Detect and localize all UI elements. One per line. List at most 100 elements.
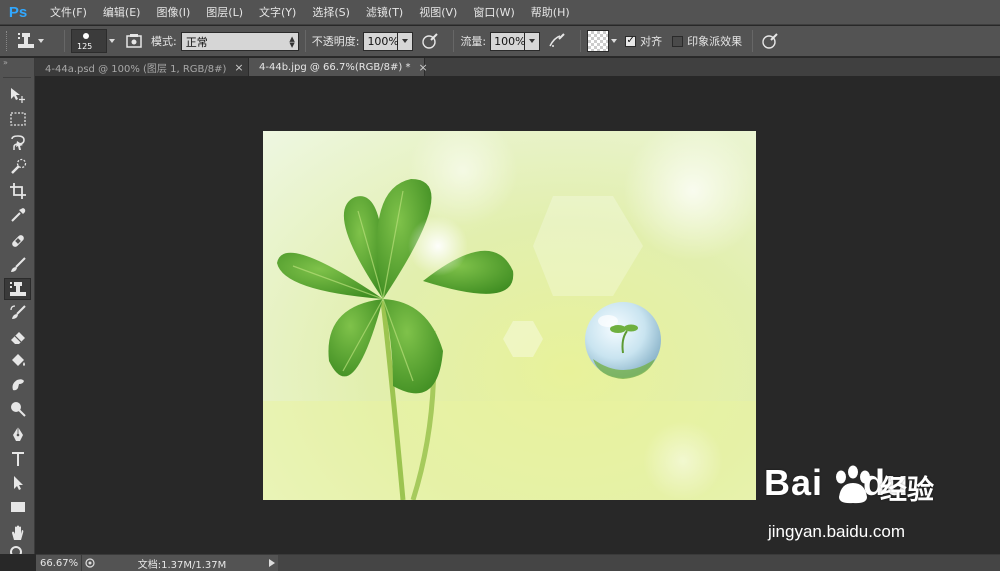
separator (752, 30, 754, 52)
eraser-tool[interactable] (4, 326, 31, 348)
rectangle-tool[interactable] (4, 496, 31, 518)
flow-slider-button[interactable] (525, 31, 541, 51)
paw-icon (836, 465, 870, 504)
menu-view[interactable]: 视图(V) (411, 4, 465, 20)
collapse-panel-icon[interactable]: » (0, 58, 34, 68)
healing-brush-tool-icon (11, 235, 24, 247)
crop-tool[interactable] (4, 180, 31, 202)
document-canvas[interactable] (263, 131, 756, 500)
pattern-dropdown[interactable] (609, 29, 619, 53)
mode-value: 正常 (185, 35, 208, 49)
impressionist-checkbox[interactable] (672, 35, 684, 47)
status-bar: 66.67% 文档:1.37M/1.37M (36, 554, 1000, 571)
pen-pressure-icon (762, 33, 778, 49)
horizontal-scrollbar[interactable] (278, 554, 1000, 571)
tools-panel-header[interactable] (3, 68, 31, 78)
mode-label: 模式: (151, 35, 177, 48)
pattern-picker[interactable] (587, 30, 610, 52)
baidu-jingyan-watermark: Bai du 经验 jingyan.baidu.com (764, 462, 949, 552)
tab-4-44a-psd[interactable]: 4-44a.psd @ 100% (图层 1, RGB/8#) × (35, 58, 249, 76)
healing-brush-tool[interactable] (4, 230, 31, 252)
menu-image[interactable]: 图像(I) (148, 4, 198, 20)
flow-input[interactable]: 100% (490, 31, 526, 51)
opacity-label: 不透明度: (311, 35, 360, 48)
airbrush-icon (549, 33, 565, 47)
pen-pressure-icon (422, 33, 439, 49)
pattern-stamp-tool[interactable] (4, 278, 31, 300)
menu-help[interactable]: 帮助(H) (523, 4, 578, 20)
document-info-icon[interactable] (82, 555, 98, 571)
tool-preset-picker[interactable] (16, 29, 50, 53)
chevron-down-icon (402, 39, 409, 43)
zoom-tool-icon (9, 546, 22, 554)
path-selection-tool[interactable] (4, 472, 31, 494)
chevron-down-icon (38, 39, 44, 43)
options-bar: 125 模式: 正常 ▲ ▼ 不透明度: 100% 流量: 100% ✓ 对齐 印… (0, 26, 1000, 57)
menu-select[interactable]: 选择(S) (304, 4, 358, 20)
menu-window[interactable]: 窗口(W) (465, 4, 522, 20)
menu-filter[interactable]: 滤镜(T) (358, 4, 411, 20)
pen-tool-icon (12, 427, 23, 441)
menu-bar: Ps 文件(F) 编辑(E) 图像(I) 图层(L) 文字(Y) 选择(S) 滤… (0, 0, 1000, 25)
document-size-info: 文档:1.37M/1.37M (137, 559, 227, 571)
pen-tool[interactable] (4, 424, 31, 446)
marquee-tool[interactable] (4, 108, 31, 130)
chevron-down-icon (611, 39, 618, 43)
dodge-tool-icon (10, 402, 26, 417)
type-tool-icon (11, 452, 24, 466)
opacity-input[interactable]: 100% (363, 31, 399, 51)
close-icon[interactable]: × (234, 61, 243, 74)
menu-layer[interactable]: 图层(L) (198, 4, 251, 20)
airbrush-button[interactable] (546, 30, 568, 52)
document-tabs: 4-44a.psd @ 100% (图层 1, RGB/8#) × 4-44b.… (35, 58, 1000, 76)
separator (64, 30, 65, 52)
brush-panel-toggle-button[interactable] (123, 30, 145, 52)
lasso-tool[interactable] (4, 132, 31, 154)
pressure-size-button[interactable] (759, 30, 781, 52)
options-bar-grip[interactable] (6, 31, 10, 51)
type-tool[interactable] (4, 448, 31, 470)
impressionist-label: 印象派效果 (687, 35, 743, 48)
move-tool[interactable] (4, 84, 31, 106)
separator (453, 30, 455, 52)
eyedropper-tool-icon (10, 208, 25, 222)
pattern-stamp-icon (16, 31, 36, 51)
chevron-down-icon (109, 39, 115, 43)
lasso-tool-icon (10, 135, 25, 150)
quick-selection-tool-icon (10, 158, 26, 174)
dodge-tool[interactable] (4, 398, 31, 420)
brush-tip-icon (83, 33, 89, 39)
brush-tool-icon (10, 257, 26, 272)
history-brush-tool[interactable] (4, 302, 31, 324)
smudge-tool[interactable] (4, 374, 31, 396)
align-label: 对齐 (640, 35, 663, 48)
brush-preset-dropdown[interactable] (107, 29, 117, 53)
zoom-level[interactable]: 66.67% (36, 554, 82, 571)
paint-bucket-tool[interactable] (4, 350, 31, 372)
opacity-slider-button[interactable] (398, 31, 414, 51)
menu-edit[interactable]: 编辑(E) (95, 4, 149, 20)
select-arrows-icon: ▲ ▼ (289, 34, 295, 49)
photoshop-window: Ps 文件(F) 编辑(E) 图像(I) 图层(L) 文字(Y) 选择(S) 滤… (0, 0, 1000, 571)
align-checkbox[interactable]: ✓ (625, 35, 637, 47)
tab-label: 4-44a.psd @ 100% (图层 1, RGB/8#) (45, 63, 227, 75)
smudge-tool-icon (12, 379, 24, 391)
brush-preset-picker[interactable]: 125 (71, 29, 107, 53)
mode-select[interactable]: 正常 ▲ ▼ (180, 31, 299, 51)
quick-selection-tool[interactable] (4, 156, 31, 178)
separator (304, 30, 306, 52)
hand-tool[interactable] (4, 522, 31, 544)
eyedropper-tool[interactable] (4, 204, 31, 226)
watermark-url: jingyan.baidu.com (768, 522, 906, 541)
menu-type[interactable]: 文字(Y) (251, 4, 304, 20)
close-icon[interactable]: × (418, 61, 427, 74)
pattern-stamp-tool-icon (9, 282, 26, 296)
brush-tool[interactable] (4, 254, 31, 276)
menu-file[interactable]: 文件(F) (42, 4, 95, 20)
tools-panel: » (0, 58, 35, 554)
status-menu-arrow-icon[interactable] (266, 555, 278, 571)
tab-4-44b-jpg[interactable]: 4-44b.jpg @ 66.7%(RGB/8#) * × (249, 58, 428, 76)
zoom-tool[interactable] (4, 546, 31, 554)
chevron-down-icon (529, 39, 536, 43)
pressure-opacity-button[interactable] (419, 30, 441, 52)
